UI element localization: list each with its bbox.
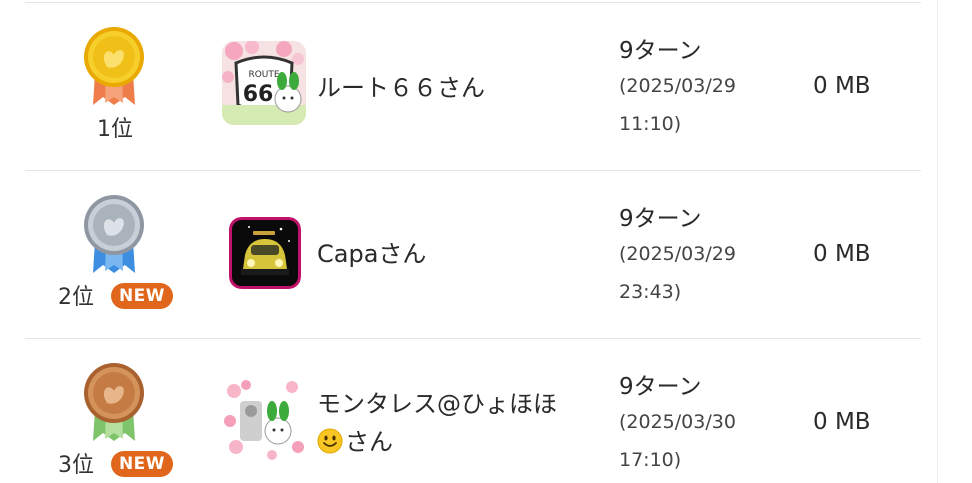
player-name-line2: さん — [317, 423, 557, 461]
svg-text:66: 66 — [243, 82, 274, 107]
ranking-row[interactable]: 3位 NEW モンタレス@ひょほほ さん 9ターン (2025/03/30 17… — [25, 338, 921, 483]
gold-medal-icon — [84, 27, 144, 105]
player-name[interactable]: モンタレス@ひょほほ さん — [317, 385, 557, 461]
ranking-row[interactable]: 1位 ROUTE 66 ルート６６さん 9ターン (2025/03/29 11:… — [25, 2, 921, 171]
new-badge: NEW — [111, 451, 173, 477]
turn-count: 9ターン — [619, 206, 702, 232]
ranking-list: 1位 ROUTE 66 ルート６６さん 9ターン (2025/03/29 11:… — [0, 0, 972, 483]
capa-avatar[interactable] — [229, 217, 301, 289]
rank-label: 3位 — [58, 453, 94, 478]
bronze-medal-icon — [84, 363, 144, 441]
timestamp-date: (2025/03/29 — [619, 243, 736, 265]
timestamp-time: 11:10) — [619, 113, 682, 135]
new-badge: NEW — [111, 283, 173, 309]
timestamp: (2025/03/30 17:10) — [619, 403, 759, 479]
player-name-line1: モンタレス@ひょほほ — [317, 390, 557, 418]
timestamp-time: 17:10) — [619, 449, 682, 471]
data-size: 0 MB — [813, 73, 871, 99]
turn-count: 9ターン — [619, 38, 702, 64]
timestamp: (2025/03/29 11:10) — [619, 67, 759, 143]
scrollbar[interactable] — [937, 0, 972, 483]
silver-medal-icon — [84, 195, 144, 273]
timestamp: (2025/03/29 23:43) — [619, 235, 759, 311]
data-size: 0 MB — [813, 409, 871, 435]
timestamp-date: (2025/03/30 — [619, 411, 736, 433]
data-size: 0 MB — [813, 241, 871, 267]
ranking-row[interactable]: 2位 NEW Capaさん 9ターン (2025/03/29 23:43) 0 … — [25, 170, 921, 339]
player-name[interactable]: Capaさん — [317, 235, 426, 273]
timestamp-time: 23:43) — [619, 281, 682, 303]
player-name-suffix: さん — [345, 428, 393, 456]
player-name[interactable]: ルート６６さん — [317, 69, 485, 107]
route66-avatar[interactable]: ROUTE 66 — [222, 41, 306, 125]
turn-count: 9ターン — [619, 374, 702, 400]
montaress-avatar[interactable] — [222, 377, 306, 461]
rank-label: 1位 — [97, 117, 133, 142]
rank-label: 2位 — [58, 285, 94, 310]
timestamp-date: (2025/03/29 — [619, 75, 736, 97]
smiling-face-icon — [317, 428, 343, 454]
svg-text:ROUTE: ROUTE — [248, 70, 279, 80]
